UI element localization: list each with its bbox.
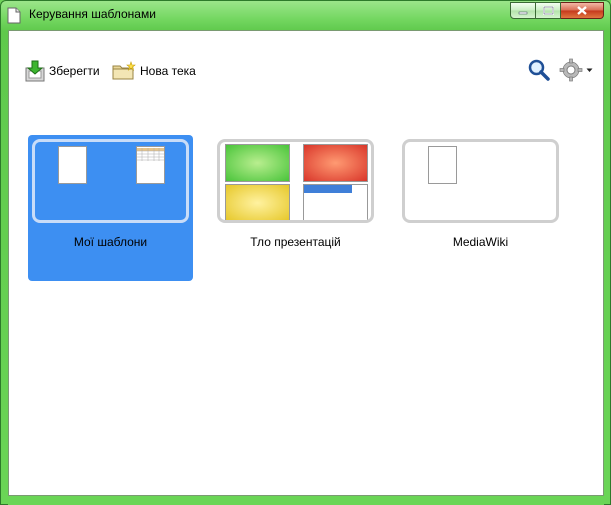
close-button[interactable] (561, 2, 604, 19)
slide-header-bar (304, 185, 352, 193)
new-folder-label: Нова тека (140, 64, 196, 78)
new-folder-button[interactable]: Нова тека (112, 59, 196, 83)
right-toolbar (527, 58, 593, 82)
window-title: Керування шаблонами (29, 7, 156, 21)
maximize-icon (542, 6, 554, 15)
search-icon[interactable] (527, 58, 551, 82)
folder-label: Мої шаблони (73, 235, 148, 249)
bottom-frame (8, 496, 604, 505)
red-slide-thumbnail (303, 144, 368, 182)
green-slide-thumbnail (225, 144, 290, 182)
minimize-icon (518, 11, 528, 14)
save-label: Зберегти (49, 64, 100, 78)
folder-thumbnail (217, 139, 374, 223)
application-window: Керування шаблонами Зберегти Нова тека М… (0, 0, 611, 505)
document-page-icon (58, 146, 87, 184)
document-icon (7, 7, 21, 24)
new-folder-icon (112, 61, 136, 80)
save-icon (25, 60, 45, 82)
save-button[interactable]: Зберегти (25, 59, 100, 83)
spreadsheet-grid-icon (137, 148, 164, 161)
folder-mediawiki[interactable]: MediaWiki (398, 135, 563, 281)
gear-icon[interactable] (559, 58, 583, 82)
folder-label: MediaWiki (452, 235, 509, 249)
template-manager-content: Зберегти Нова тека Мої шаблони Тло презе… (8, 30, 604, 496)
close-icon (577, 6, 587, 15)
chevron-down-icon[interactable] (586, 67, 593, 73)
document-page-icon (428, 146, 457, 184)
spreadsheet-page-icon (136, 146, 165, 184)
maximize-button[interactable] (536, 2, 561, 19)
yellow-slide-thumbnail (225, 184, 290, 220)
folder-presentation-backgrounds[interactable]: Тло презентацій (213, 135, 378, 281)
folder-my-templates[interactable]: Мої шаблони (28, 135, 193, 281)
window-controls (510, 2, 604, 19)
folder-label: Тло презентацій (250, 235, 341, 249)
minimize-button[interactable] (510, 2, 536, 19)
blue-header-slide-thumbnail (303, 184, 368, 220)
folder-thumbnail (402, 139, 559, 223)
title-bar[interactable]: Керування шаблонами (1, 1, 610, 29)
folder-thumbnail (32, 139, 189, 223)
